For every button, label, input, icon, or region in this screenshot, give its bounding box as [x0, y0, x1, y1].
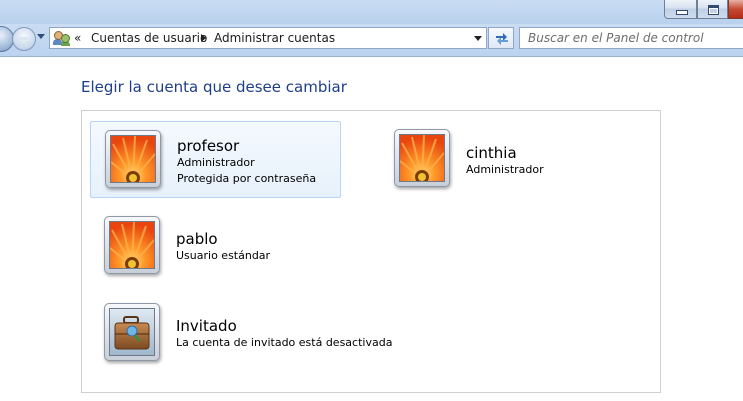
account-status: Protegida por contraseña	[177, 172, 317, 185]
account-type: Administrador	[177, 156, 255, 169]
account-type: Administrador	[466, 163, 544, 176]
account-type: Usuario estándar	[176, 249, 271, 262]
breadcrumb-cuentas-de-usuario[interactable]: Cuentas de usuario	[91, 30, 207, 46]
user-accounts-icon	[53, 30, 71, 46]
account-cinthia[interactable]: cinthia Administrador	[380, 121, 631, 198]
control-panel-window: « Cuentas de usuario Administrar cuentas…	[0, 0, 743, 401]
account-avatar	[104, 303, 160, 361]
accounts-panel: profesor Administrador Protegida por con…	[81, 110, 661, 393]
address-dropdown-icon[interactable]	[474, 36, 482, 41]
account-name: profesor	[177, 137, 240, 155]
search-box[interactable]	[519, 27, 743, 49]
navigation-bar: « Cuentas de usuario Administrar cuentas	[0, 24, 743, 57]
orange-flower-avatar-icon	[109, 221, 155, 269]
refresh-button[interactable]	[488, 27, 514, 49]
account-pablo[interactable]: pablo Usuario estándar	[90, 208, 341, 285]
breadcrumb-administrar-cuentas[interactable]: Administrar cuentas	[214, 30, 335, 46]
account-avatar	[394, 129, 450, 187]
breadcrumb-overflow-button[interactable]: «	[74, 30, 81, 46]
account-invitado[interactable]: Invitado La cuenta de invitado está desa…	[90, 295, 393, 372]
account-profesor[interactable]: profesor Administrador Protegida por con…	[90, 121, 341, 198]
account-name: Invitado	[176, 317, 237, 335]
address-bar[interactable]: « Cuentas de usuario Administrar cuentas	[49, 27, 487, 49]
recent-pages-dropdown-icon[interactable]	[37, 34, 45, 39]
guest-suitcase-avatar-icon	[109, 308, 155, 356]
title-bar	[0, 0, 743, 24]
orange-flower-avatar-icon	[399, 134, 445, 182]
orange-flower-avatar-icon	[110, 135, 156, 183]
page-title: Elegir la cuenta que desee cambiar	[81, 78, 347, 96]
refresh-icon	[496, 33, 508, 45]
breadcrumb-separator-icon[interactable]	[201, 34, 206, 42]
account-avatar	[105, 130, 161, 188]
close-button[interactable]	[728, 0, 743, 19]
account-name: cinthia	[466, 144, 517, 162]
account-avatar	[104, 216, 160, 274]
maximize-button[interactable]	[697, 0, 728, 19]
forward-button[interactable]	[12, 27, 36, 51]
search-input[interactable]	[520, 28, 743, 48]
account-status: La cuenta de invitado está desactivada	[176, 336, 393, 349]
account-name: pablo	[176, 230, 218, 248]
minimize-button[interactable]	[664, 0, 697, 19]
